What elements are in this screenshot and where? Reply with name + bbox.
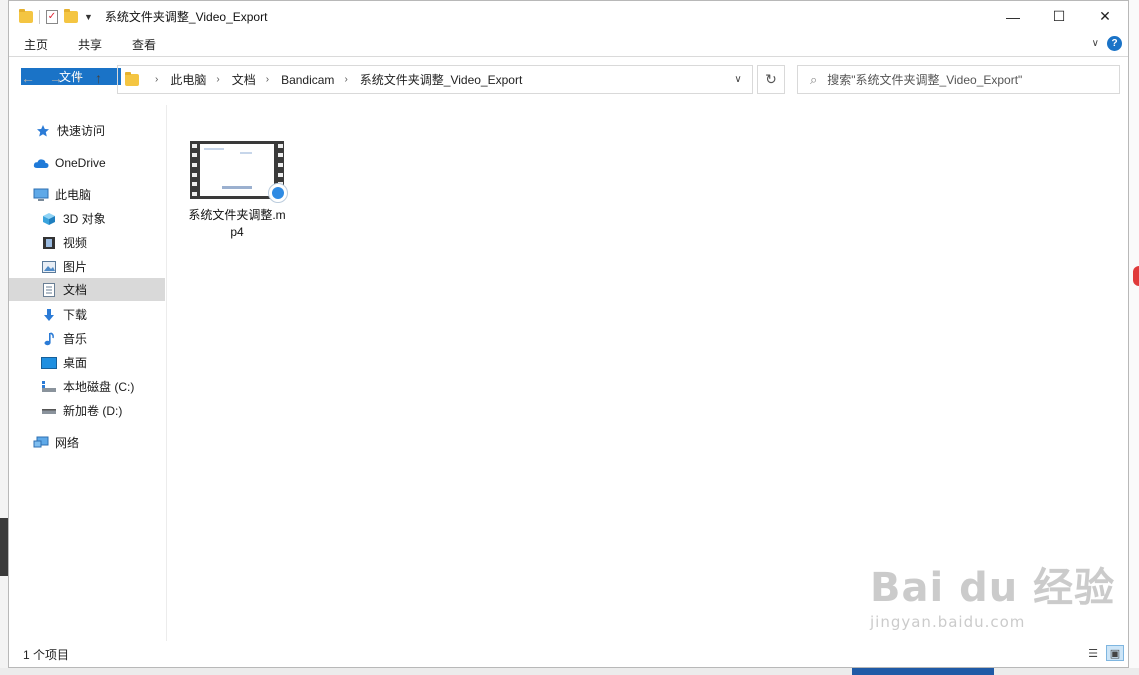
cloud-icon: [33, 155, 49, 171]
sidebar-item-this-pc[interactable]: 此电脑: [9, 183, 165, 206]
ribbon-tabs: 文件 主页 共享 查看 ∨ ?: [9, 32, 1128, 85]
video-thumbnail: [190, 141, 288, 203]
watermark-brand: Bai du 经验: [870, 565, 1116, 611]
sidebar-item-label: 音乐: [63, 332, 88, 346]
baidu-watermark: Bai du 经验 jingyan.baidu.com: [870, 555, 1115, 631]
navigation-pane: 快速访问 OneDrive 此电脑 3D 对象 视频 图片 文档 下载 音乐 桌…: [9, 105, 167, 641]
sidebar-item-label: 网络: [55, 436, 80, 450]
sidebar-item-label: 本地磁盘 (C:): [63, 380, 135, 394]
breadcrumb-separator-icon[interactable]: ›: [216, 74, 219, 85]
sidebar-item-label: 此电脑: [55, 188, 92, 202]
status-bar: 1 个项目 ☰ ▣: [9, 641, 1128, 667]
search-icon: ⌕: [810, 71, 818, 87]
breadcrumb-documents[interactable]: 文档: [232, 71, 256, 88]
sidebar-item-drive-c[interactable]: 本地磁盘 (C:): [9, 375, 165, 398]
sidebar-item-label: 新加卷 (D:): [63, 404, 123, 418]
tab-home[interactable]: 主页: [9, 32, 63, 56]
music-icon: [41, 331, 57, 347]
sidebar-item-label: 视频: [63, 236, 88, 250]
drive-d-icon: [41, 403, 57, 419]
document-icon: [41, 282, 57, 298]
desktop-icon: [41, 355, 57, 371]
refresh-button[interactable]: ↻: [757, 65, 785, 94]
sidebar-item-desktop[interactable]: 桌面: [9, 351, 165, 374]
sidebar-item-label: OneDrive: [55, 155, 106, 170]
watermark-url: jingyan.baidu.com: [870, 613, 1026, 631]
address-history-chevron-icon[interactable]: ∨: [724, 66, 752, 93]
up-button[interactable]: ↑: [95, 70, 102, 86]
tab-view[interactable]: 查看: [117, 32, 171, 56]
navigation-bar: ← → ∨ ↑ › 此电脑 › 文档 › Bandicam › 系统文件夹调整_…: [9, 58, 1128, 101]
sidebar-item-onedrive[interactable]: OneDrive: [9, 151, 165, 174]
minimize-button[interactable]: —: [990, 1, 1036, 32]
computer-icon: [33, 187, 49, 203]
window-title: 系统文件夹调整_Video_Export: [104, 10, 268, 24]
picture-icon: [41, 259, 57, 275]
breadcrumb: › 此电脑 › 文档 › Bandicam › 系统文件夹调整_Video_Ex…: [145, 71, 522, 88]
search-input[interactable]: [827, 72, 1098, 87]
properties-icon[interactable]: ✓: [46, 9, 58, 24]
quick-access-toolbar: ✓ ▼: [9, 8, 93, 24]
app-association-icon: [268, 183, 288, 203]
sidebar-item-label: 下载: [63, 308, 88, 322]
breadcrumb-bandicam[interactable]: Bandicam: [281, 73, 334, 87]
sidebar-item-downloads[interactable]: 下载: [9, 303, 165, 326]
drive-c-icon: [41, 379, 57, 395]
sidebar-item-pictures[interactable]: 图片: [9, 255, 165, 278]
tab-share[interactable]: 共享: [63, 32, 117, 56]
maximize-button[interactable]: ☐: [1036, 1, 1082, 32]
recent-locations-button[interactable]: ∨: [75, 73, 82, 84]
window-controls: — ☐ ✕: [990, 1, 1128, 32]
details-view-icon[interactable]: ☰: [1084, 645, 1102, 661]
sidebar-item-network[interactable]: 网络: [9, 431, 165, 454]
customize-toolbar-chevron-icon[interactable]: ▼: [84, 12, 93, 22]
sidebar-item-label: 3D 对象: [63, 212, 106, 226]
sidebar-item-label: 文档: [63, 283, 88, 297]
item-count: 1 个项目: [23, 647, 70, 662]
folder-icon: [19, 8, 33, 23]
view-toggle: ☰ ▣: [1084, 645, 1124, 661]
star-icon: [35, 123, 51, 139]
background-left-strip: [0, 0, 8, 675]
breadcrumb-this-pc[interactable]: 此电脑: [170, 71, 206, 88]
sidebar-item-videos[interactable]: 视频: [9, 231, 165, 254]
title-bar: ✓ ▼ 系统文件夹调整_Video_Export — ☐ ✕: [9, 1, 1128, 32]
sidebar-item-quick-access[interactable]: 快速访问: [9, 119, 165, 142]
sidebar-item-music[interactable]: 音乐: [9, 327, 165, 350]
sidebar-item-label: 快速访问: [57, 124, 106, 138]
sidebar-item-label: 桌面: [63, 356, 88, 370]
sidebar-item-documents[interactable]: 文档: [9, 278, 165, 301]
breadcrumb-separator-icon[interactable]: ›: [155, 74, 158, 85]
background-right-strip: [1129, 0, 1139, 675]
search-box[interactable]: ⌕: [797, 65, 1120, 94]
file-item[interactable]: 系统文件夹调整.mp4: [187, 141, 288, 241]
breadcrumb-current-folder[interactable]: 系统文件夹调整_Video_Export: [360, 71, 523, 88]
cube-icon: [41, 211, 57, 227]
ribbon-right-controls: ∨ ?: [1092, 36, 1122, 51]
back-button[interactable]: ←: [21, 70, 35, 86]
breadcrumb-separator-icon[interactable]: ›: [266, 74, 269, 85]
forward-button[interactable]: →: [49, 70, 63, 86]
address-bar[interactable]: › 此电脑 › 文档 › Bandicam › 系统文件夹调整_Video_Ex…: [117, 65, 753, 94]
film-icon: [41, 235, 57, 251]
network-icon: [33, 435, 49, 451]
address-folder-icon: [125, 71, 139, 86]
breadcrumb-separator-icon[interactable]: ›: [344, 74, 347, 85]
large-icons-view-icon[interactable]: ▣: [1106, 645, 1124, 661]
sidebar-item-3d-objects[interactable]: 3D 对象: [9, 207, 165, 230]
close-button[interactable]: ✕: [1082, 1, 1128, 32]
download-icon: [41, 307, 57, 323]
file-name: 系统文件夹调整.mp4: [188, 208, 286, 239]
expand-ribbon-chevron-icon[interactable]: ∨: [1092, 38, 1099, 49]
help-icon[interactable]: ?: [1107, 36, 1122, 51]
separator: [39, 9, 40, 24]
sidebar-item-label: 图片: [63, 260, 88, 274]
new-folder-icon[interactable]: [64, 8, 78, 23]
sidebar-item-drive-d[interactable]: 新加卷 (D:): [9, 399, 165, 422]
background-taskbar-strip: [0, 668, 1139, 675]
